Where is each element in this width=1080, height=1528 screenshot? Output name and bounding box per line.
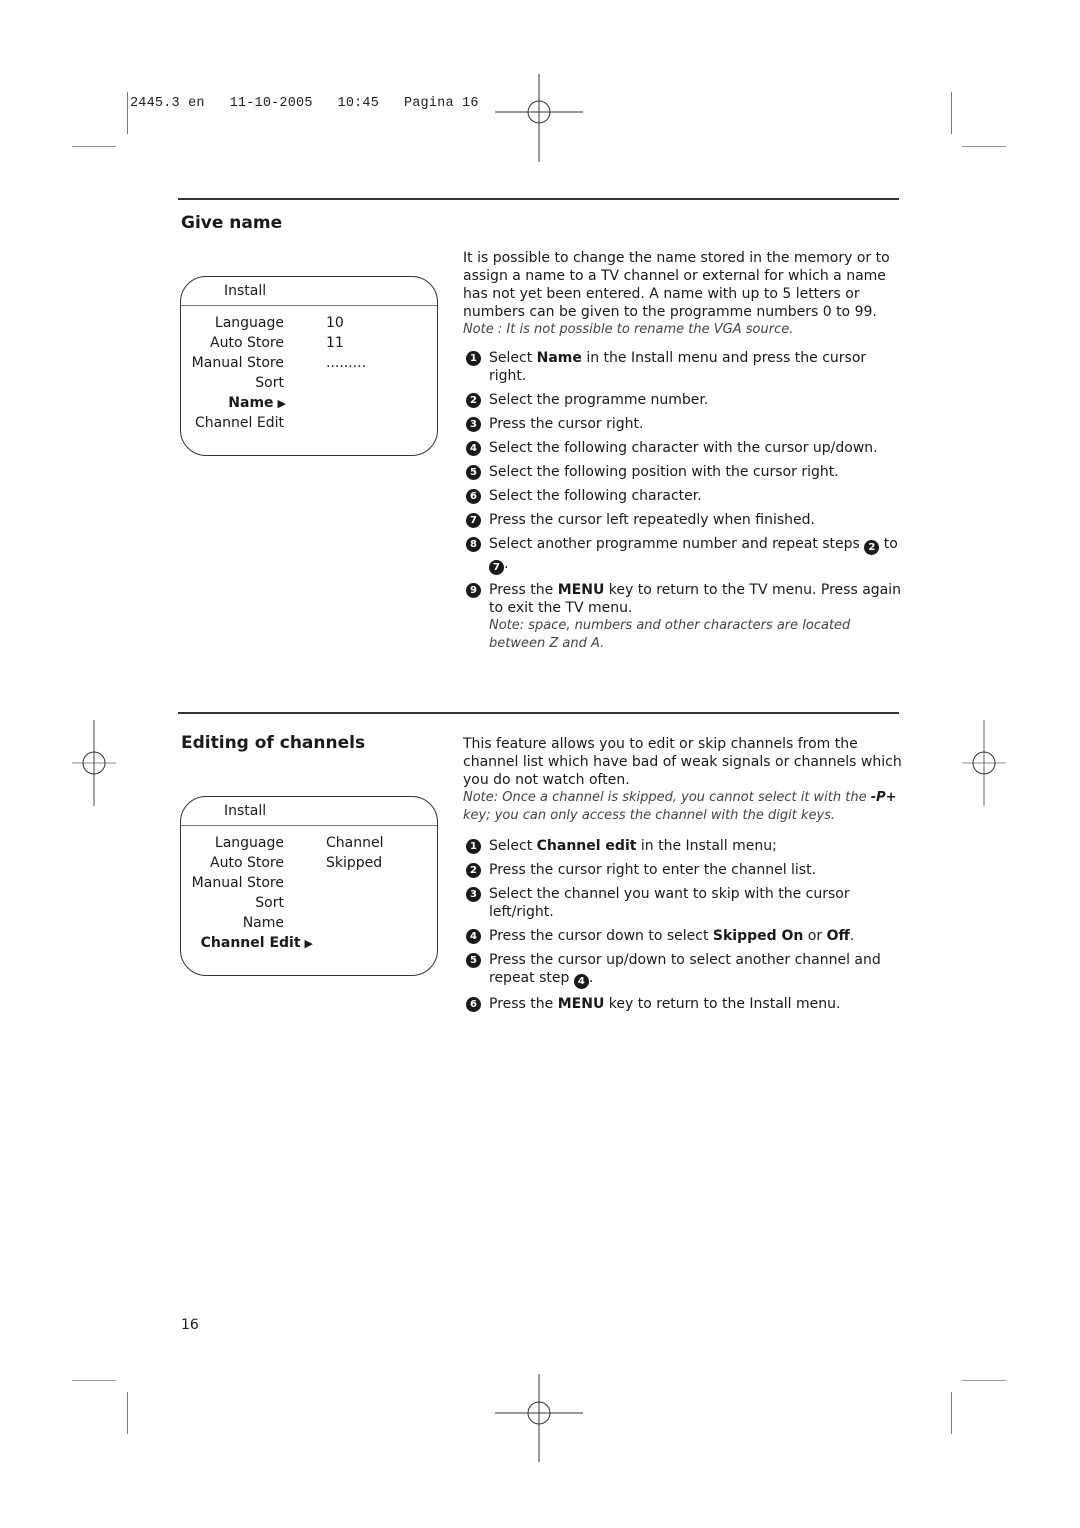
step-item: 1 Select Name in the Install menu and pre…	[463, 349, 903, 385]
step-item: 5 Select the following position with the …	[463, 463, 903, 481]
step-number-icon: 7	[466, 513, 481, 528]
step-item: 1 Select Channel edit in the Install menu…	[463, 837, 903, 855]
crop-mark	[951, 92, 952, 134]
registration-mark-icon	[495, 1374, 583, 1462]
step-number-icon: 8	[466, 537, 481, 552]
menu-row-language: Language Channel	[214, 835, 384, 851]
step-item: 6 Press the MENU key to return to the Ins…	[463, 995, 903, 1013]
menu-row-auto-store: Auto Store Skipped	[210, 855, 383, 871]
step-ref-icon: 4	[573, 974, 589, 989]
crop-mark	[72, 146, 116, 147]
steps-list: 1 Select Channel edit in the Install menu…	[463, 837, 903, 1013]
note: Note: space, numbers and other character…	[489, 618, 851, 651]
crop-mark	[127, 92, 128, 134]
step-ref-icon: 2	[864, 540, 880, 555]
menu-row-channel-edit-selected: Channel Edit ▶	[200, 935, 313, 951]
section-rule	[178, 712, 899, 714]
step-number-icon: 4	[466, 929, 481, 944]
step-number-icon: 3	[466, 887, 481, 902]
menu-row-language: Language 10	[214, 315, 344, 331]
step-item: 2 Select the programme number.	[463, 391, 903, 409]
step-item: 9 Press the MENU key to return to the TV …	[463, 581, 903, 653]
note: Note: Once a channel is skipped, you can…	[463, 790, 897, 823]
editing-body: This feature allows you to edit or skip …	[463, 735, 903, 1019]
step-ref-icon: 7	[489, 560, 504, 575]
crop-mark	[962, 1380, 1006, 1381]
step-number-icon: 3	[466, 417, 481, 432]
menu-title: Install	[224, 803, 267, 819]
menu-row-channel-edit: Channel Edit	[194, 415, 284, 431]
intro-paragraph: This feature allows you to edit or skip …	[463, 736, 902, 788]
crop-mark	[72, 1380, 116, 1381]
step-number-icon: 2	[466, 393, 481, 408]
give-name-body: It is possible to change the name stored…	[463, 249, 903, 659]
menu-row-name: Name	[242, 915, 284, 931]
section-title-editing-channels: Editing of channels	[181, 733, 366, 753]
menu-row-manual-store: Manual Store	[191, 875, 284, 891]
print-slug: 2445.3 en 11-10-2005 10:45 Pagina 16	[130, 96, 479, 111]
menu-divider	[181, 825, 437, 826]
step-number-icon: 5	[466, 953, 481, 968]
intro-paragraph: It is possible to change the name stored…	[463, 250, 890, 320]
menu-row-sort: Sort	[255, 895, 284, 911]
crop-mark	[962, 146, 1006, 147]
note: Note : It is not possible to rename the …	[463, 322, 794, 337]
steps-list: 1 Select Name in the Install menu and pre…	[463, 349, 903, 653]
crop-mark	[951, 1392, 952, 1434]
crop-mark	[127, 1392, 128, 1434]
menu-divider	[181, 305, 437, 306]
menu-title: Install	[224, 283, 267, 299]
step-item: 8 Select another programme number and rep…	[463, 535, 903, 575]
step-item: 3 Press the cursor right.	[463, 415, 903, 433]
menu-row-name-selected: Name ▶	[228, 395, 286, 411]
arrow-right-icon: ▶	[277, 397, 286, 410]
menu-row-manual-store: Manual Store .........	[191, 355, 367, 371]
step-item: 4 Press the cursor down to select Skipped…	[463, 927, 903, 945]
registration-mark-icon	[72, 720, 116, 806]
section-title-give-name: Give name	[181, 213, 283, 233]
step-number-icon: 6	[466, 489, 481, 504]
step-number-icon: 1	[466, 351, 481, 366]
install-menu-diagram: Install Language 10 Auto Store 11 Manual…	[180, 276, 438, 456]
step-item: 6 Select the following character.	[463, 487, 903, 505]
step-item: 3 Select the channel you want to skip wit…	[463, 885, 903, 921]
arrow-right-icon: ▶	[304, 937, 313, 950]
registration-mark-icon	[495, 74, 583, 162]
page-number: 16	[181, 1317, 199, 1333]
step-item: 5 Press the cursor up/down to select anot…	[463, 951, 903, 989]
step-number-icon: 9	[466, 583, 481, 598]
step-item: 2 Press the cursor right to enter the cha…	[463, 861, 903, 879]
step-item: 7 Press the cursor left repeatedly when f…	[463, 511, 903, 529]
install-menu-diagram: Install Language Channel Auto Store Skip…	[180, 796, 438, 976]
step-item: 4 Select the following character with the…	[463, 439, 903, 457]
step-number-icon: 6	[466, 997, 481, 1012]
registration-mark-icon	[962, 720, 1006, 806]
section-rule	[178, 198, 899, 200]
menu-row-sort: Sort	[255, 375, 284, 391]
menu-row-auto-store: Auto Store 11	[210, 335, 344, 351]
step-number-icon: 2	[466, 863, 481, 878]
step-number-icon: 1	[466, 839, 481, 854]
step-number-icon: 5	[466, 465, 481, 480]
step-number-icon: 4	[466, 441, 481, 456]
